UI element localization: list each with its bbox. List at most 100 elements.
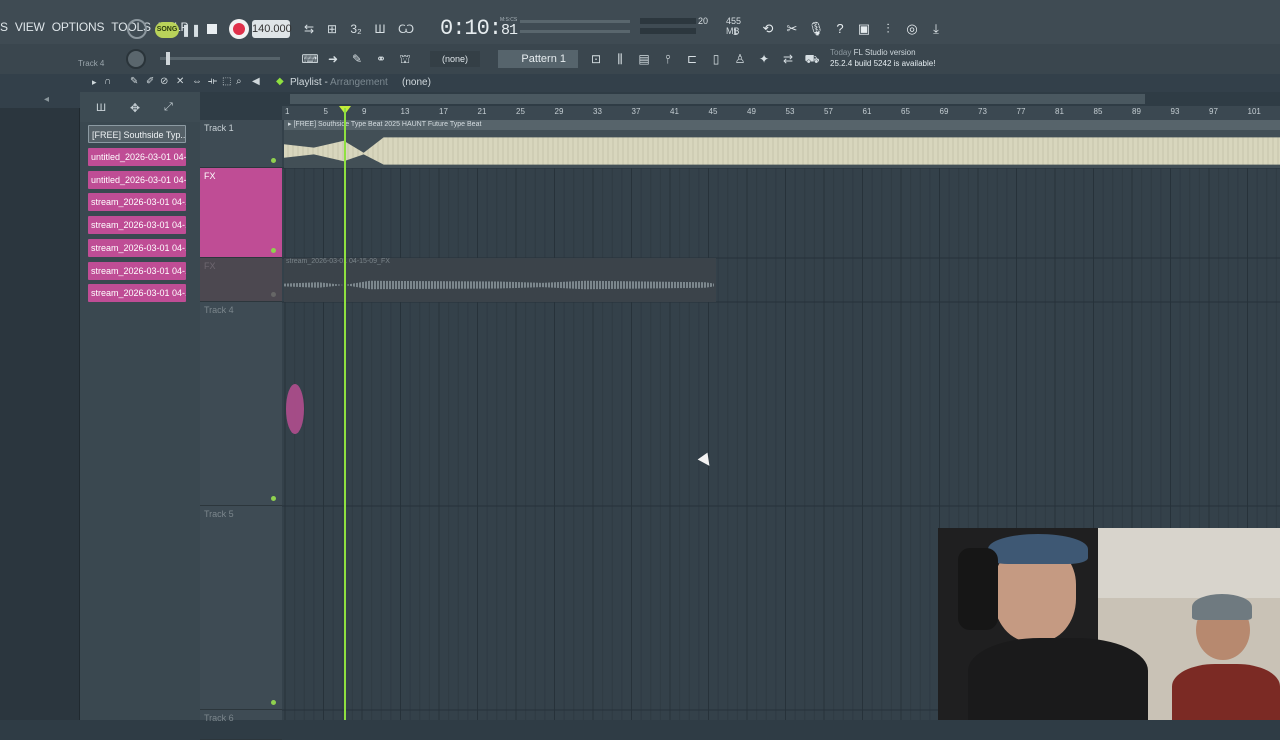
ruler-tick-label: 45 bbox=[708, 107, 718, 116]
channel-volume-knob[interactable] bbox=[126, 49, 146, 69]
ruler-tick-label: 57 bbox=[824, 107, 833, 116]
browser-panel: ◂ bbox=[0, 74, 80, 720]
clip-picker-panel: Ш ✥ ⤢ [FREE] Southside Typ.. untitled_20… bbox=[80, 92, 200, 720]
select-tool-icon[interactable]: ⬚ bbox=[222, 76, 231, 87]
pencil-tool-icon[interactable]: ✎ bbox=[130, 76, 138, 87]
tempo-display[interactable]: 140.000 bbox=[252, 20, 292, 38]
step-edit-icon[interactable]: Ш bbox=[370, 20, 390, 38]
clip-item[interactable]: stream_2026-03-01 04-.. bbox=[88, 216, 186, 234]
tools-icon[interactable]: ✦ bbox=[754, 50, 774, 68]
clip-item[interactable]: stream_2026-03-01 04-.. bbox=[88, 284, 186, 302]
news-line1: FL Studio version bbox=[853, 48, 916, 57]
metronome-icon[interactable]: ⇆ bbox=[299, 20, 319, 38]
marketplace-icon[interactable]: ⇄ bbox=[778, 50, 798, 68]
track-active-led[interactable] bbox=[271, 248, 276, 253]
pattern-selector[interactable]: Pattern 1 bbox=[498, 50, 578, 68]
playhead-line[interactable] bbox=[344, 108, 346, 720]
help-icon[interactable]: ? bbox=[830, 19, 850, 39]
second-person-cap bbox=[1192, 594, 1252, 620]
magnet-icon[interactable]: ∩ bbox=[104, 76, 111, 87]
menu-item-options[interactable]: OPTIONS bbox=[52, 20, 105, 34]
stamp-icon[interactable]: ⛫ bbox=[395, 50, 415, 68]
clip-item[interactable]: stream_2026-03-01 04-.. bbox=[88, 193, 186, 211]
link-icon[interactable]: ⚭ bbox=[371, 50, 391, 68]
track-header[interactable]: Track 5 bbox=[200, 506, 282, 710]
track-active-led[interactable] bbox=[271, 700, 276, 705]
play-pause-button[interactable]: ❚❚ bbox=[181, 20, 201, 40]
clip-item[interactable]: untitled_2026-03-01 04-.. bbox=[88, 148, 186, 166]
song-mode-toggle[interactable]: SONG bbox=[155, 22, 179, 38]
picker-move-icon[interactable]: ✥ bbox=[130, 101, 140, 115]
news-line2: 25.2.4 build 5242 is available! bbox=[830, 59, 936, 68]
channel-rack-icon[interactable]: ▤ bbox=[634, 50, 654, 68]
clip-item[interactable]: stream_2026-03-01 04-.. bbox=[88, 262, 186, 280]
person-cap bbox=[988, 534, 1088, 564]
pencil-icon[interactable]: ✎ bbox=[347, 50, 367, 68]
download-icon[interactable]: ⤓ bbox=[926, 19, 946, 39]
menu-item-view[interactable]: VIEW bbox=[15, 20, 45, 34]
browser-icon[interactable]: ⊏ bbox=[682, 50, 702, 68]
paint-tool-icon[interactable]: ✐ bbox=[146, 76, 154, 87]
ruler-tick-label: 17 bbox=[439, 107, 448, 116]
undo-icon[interactable]: ⟲ bbox=[758, 19, 778, 39]
chat-icon[interactable]: ◎ bbox=[902, 19, 922, 39]
playlist-selection[interactable]: (none) bbox=[402, 77, 431, 88]
ruler-tick-label: 61 bbox=[862, 107, 872, 116]
track-active-led[interactable] bbox=[271, 292, 276, 297]
ruler-tick-label: 5 bbox=[323, 107, 328, 116]
channel-slider[interactable] bbox=[160, 52, 280, 65]
mixer-view-icon[interactable]: ⫼ bbox=[610, 50, 630, 68]
piano-icon[interactable]: ⌨ bbox=[300, 50, 320, 68]
track-header[interactable]: FX bbox=[200, 168, 282, 258]
cut-tool-icon[interactable]: ✂ bbox=[782, 19, 802, 39]
picker-pattern-icon[interactable]: Ш bbox=[96, 102, 106, 114]
cart-icon[interactable]: ⛟ bbox=[802, 50, 822, 68]
track-active-led[interactable] bbox=[271, 158, 276, 163]
pattern-none-select[interactable]: (none) bbox=[430, 51, 480, 67]
track-header[interactable]: Track 6 bbox=[200, 710, 282, 740]
track-active-led[interactable] bbox=[271, 496, 276, 501]
menu-item-file[interactable]: S bbox=[0, 20, 8, 34]
plugin-icon[interactable]: ♙ bbox=[730, 50, 750, 68]
news-panel[interactable]: Today FL Studio version 25.2.4 build 524… bbox=[830, 47, 935, 69]
master-volume-slider[interactable] bbox=[520, 30, 630, 33]
save-icon[interactable]: ▣ bbox=[854, 19, 874, 39]
files-icon[interactable]: ▯ bbox=[706, 50, 726, 68]
vocal-clip-blob[interactable] bbox=[286, 384, 304, 434]
ruler-tick-label: 77 bbox=[1016, 107, 1026, 116]
stop-button[interactable] bbox=[207, 24, 217, 34]
clip-item[interactable]: stream_2026-03-01 04-.. bbox=[88, 239, 186, 257]
playlist-icon[interactable]: ⊡ bbox=[586, 50, 606, 68]
mute-tool-icon[interactable]: ✕ bbox=[176, 76, 184, 87]
zoom-tool-icon[interactable]: ⌕ bbox=[236, 76, 242, 87]
piano-roll-icon[interactable]: ⫯ bbox=[658, 50, 678, 68]
clip-item[interactable]: [FREE] Southside Typ.. bbox=[88, 125, 186, 143]
main-toolbar: S VIEW OPTIONS TOOLS HELP SONG ❚❚ 140.00… bbox=[0, 0, 1280, 44]
track-header[interactable]: FX bbox=[200, 258, 282, 302]
countdown-icon[interactable]: 3₂ bbox=[346, 20, 366, 38]
track-header[interactable]: Track 4 bbox=[200, 302, 282, 506]
browser-back-icon[interactable]: ◂ bbox=[44, 94, 49, 105]
loop-record-icon[interactable]: Ѡ bbox=[396, 20, 416, 38]
playlist-scrollbar[interactable] bbox=[290, 94, 1145, 104]
wait-record-icon[interactable]: ⊞ bbox=[322, 20, 342, 38]
person-shirt bbox=[968, 638, 1148, 720]
playback-tool-icon[interactable]: ◀ bbox=[252, 76, 260, 87]
slip-tool-icon[interactable]: ⇔ bbox=[192, 76, 202, 87]
track-header[interactable]: Track 1 bbox=[200, 120, 282, 168]
clip-item[interactable]: untitled_2026-03-01 04-.. bbox=[88, 171, 186, 189]
arrow-icon[interactable]: ➜ bbox=[323, 50, 343, 68]
ruler-tick-label: 13 bbox=[400, 107, 410, 116]
mixer-icon[interactable]: ⫶ bbox=[878, 19, 898, 39]
audio-clip-beat[interactable]: ▸ [FREE] Southside Type Beat 2025 HAUNT … bbox=[284, 120, 1280, 168]
record-button[interactable] bbox=[229, 19, 249, 39]
resource-monitor: 20 455 MB 1 bbox=[640, 16, 752, 40]
microphone-icon[interactable]: 🎙 bbox=[806, 19, 826, 39]
picker-resize-icon[interactable]: ⤢ bbox=[164, 101, 173, 114]
audio-clip-stream[interactable]: stream_2026-03-01 04-15-09_FX bbox=[284, 258, 716, 302]
slice-tool-icon[interactable]: ⟛ bbox=[208, 76, 217, 87]
master-pitch-slider[interactable] bbox=[520, 20, 630, 23]
master-knob[interactable] bbox=[127, 19, 147, 39]
delete-tool-icon[interactable]: ⊘ bbox=[160, 76, 168, 87]
playlist-arrow-icon[interactable]: ▸ bbox=[92, 77, 97, 88]
